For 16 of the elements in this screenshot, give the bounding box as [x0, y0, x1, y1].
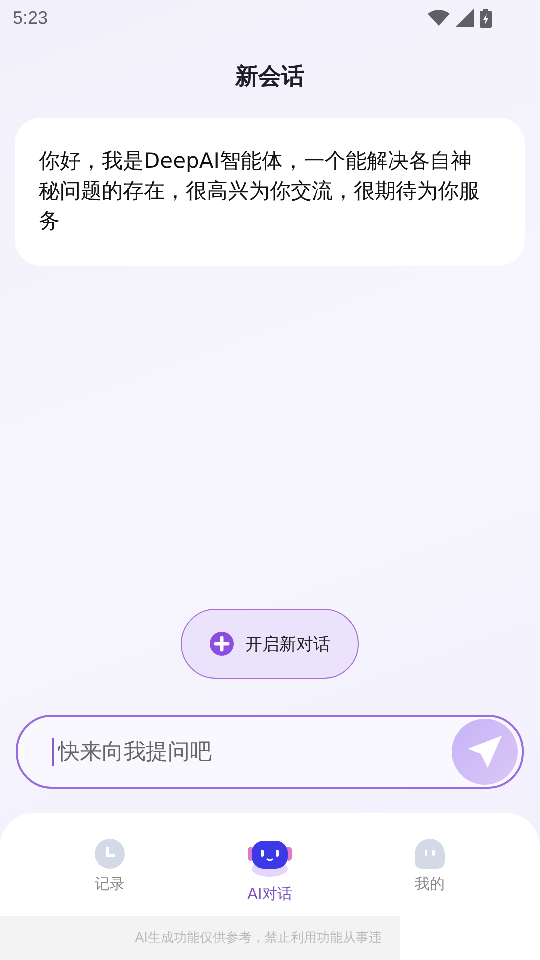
new-chat-button[interactable]: 开启新对话	[181, 609, 359, 679]
message-bubble: 你好，我是DeepAI智能体，一个能解决各自神秘问题的存在，很高兴为你交流，很期待为你服务	[15, 118, 525, 266]
send-button[interactable]	[452, 719, 518, 785]
tab[interactable]: 记录	[55, 839, 165, 916]
tab[interactable]: AI对话	[215, 839, 325, 916]
plus-icon	[210, 632, 234, 656]
tab[interactable]: 我的	[375, 839, 485, 916]
signal-icon	[456, 9, 474, 27]
ghost-icon	[415, 839, 445, 869]
robot-icon	[246, 839, 294, 879]
status-time: 5:23	[13, 8, 48, 28]
battery-icon	[480, 8, 492, 28]
disclaimer-text: AI生成功能仅供参考，禁止利用功能从事违	[135, 930, 382, 947]
wifi-icon	[428, 10, 450, 26]
page-title: 新会话	[236, 62, 304, 92]
clock-icon	[95, 839, 125, 869]
